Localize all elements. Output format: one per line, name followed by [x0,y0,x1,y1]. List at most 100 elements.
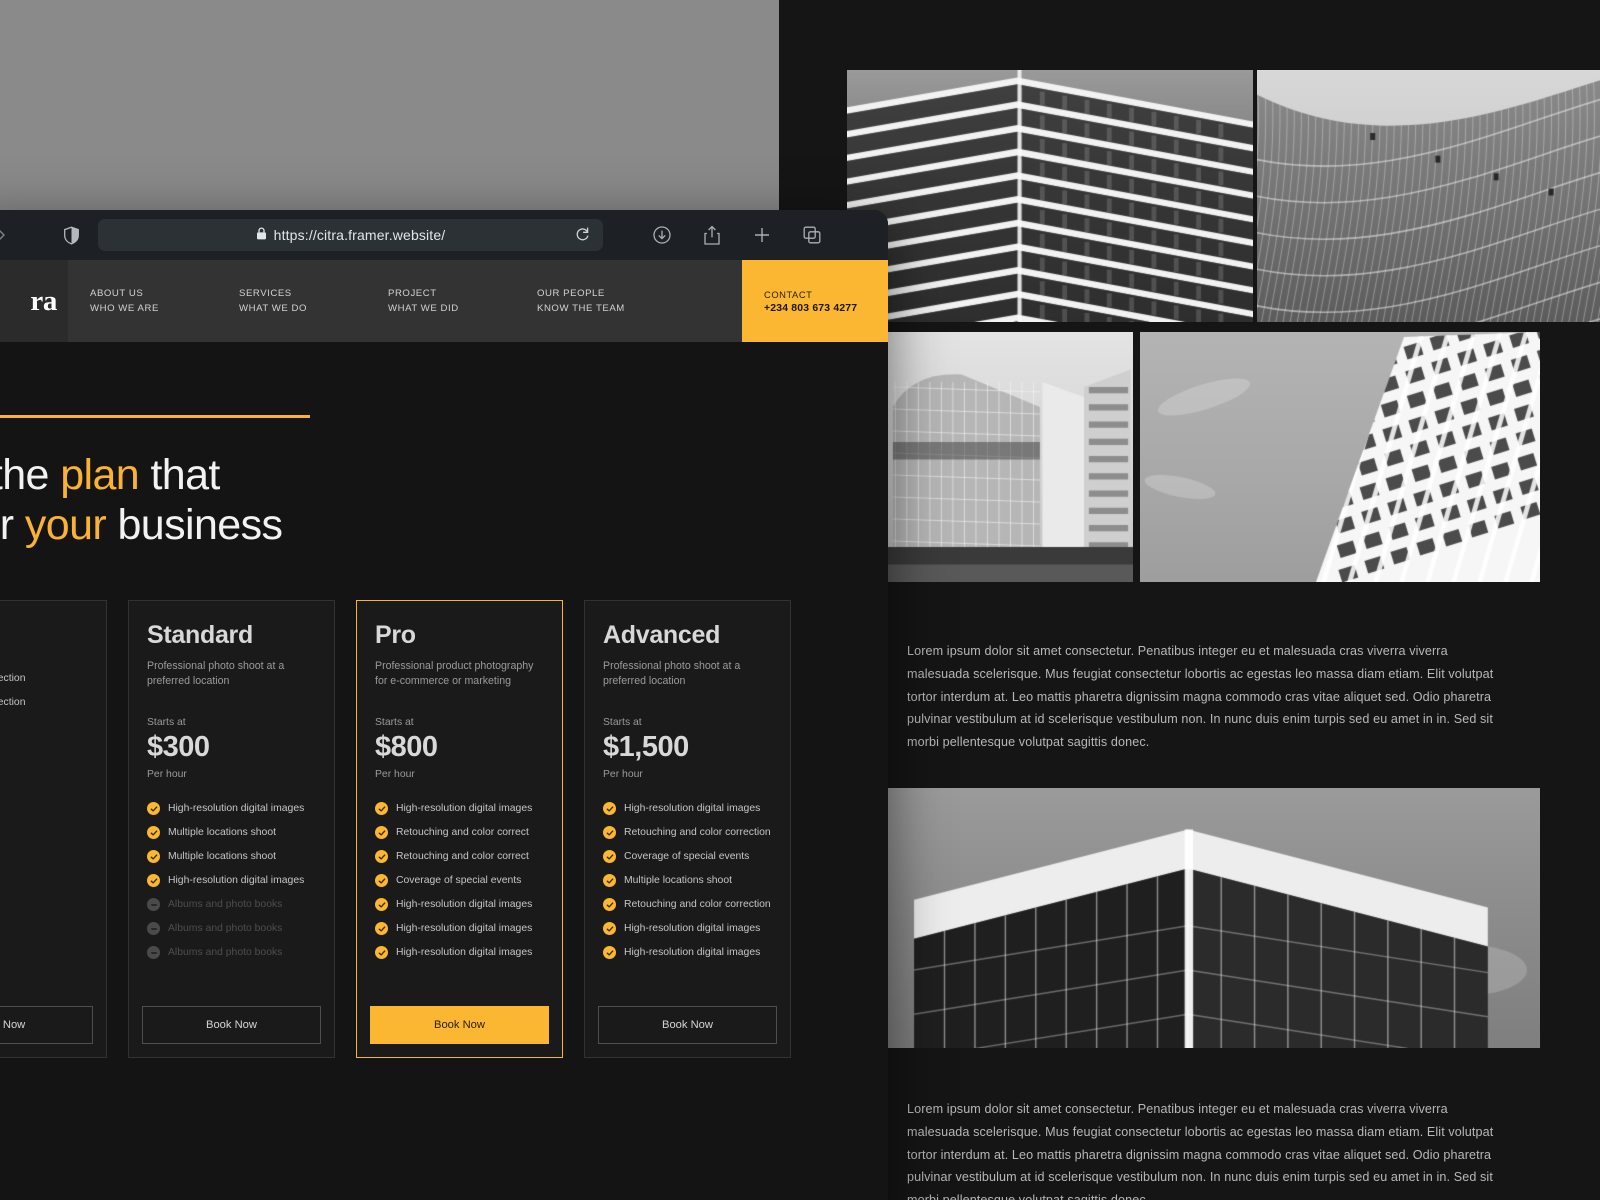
plan-price: $1,500 [603,731,689,763]
book-now-button[interactable]: Book Now [142,1006,321,1044]
plan-price: $300 [147,731,210,763]
plan-name: Pro [375,621,416,649]
feature-label: Retouching and color correct [396,827,529,838]
feature-item: ble [0,816,88,829]
website-viewport: ra ABOUT US WHO WE ARE SERVICES WHAT WE … [0,260,888,1200]
feature-label: High-resolution digital images [396,803,533,814]
feature-item: ble [0,792,88,805]
nav-label-primary: ABOUT US [90,287,144,299]
feature-item: Coverage of special events [375,874,544,887]
address-bar[interactable]: https://citra.framer.website/ [98,219,603,251]
feature-item: High-resolution digital images [603,922,772,935]
photo-rounded-glass [888,332,1133,582]
plan-name: Advanced [603,621,721,649]
feature-label: Retouching and color correction [624,827,771,838]
feature-label: Albums and photo books [168,923,283,934]
plan-description: Professional photo shoot at a preferred … [603,660,741,687]
feature-label: High-resolution digital images [168,875,305,886]
check-circle-icon [603,898,616,911]
plan-price: $800 [375,731,438,763]
feature-item: High-resolution digital images [375,898,544,911]
check-circle-icon [147,874,160,887]
plan-description: Professional photo shoot at a preferred … [147,660,285,687]
background-grey-panel [0,0,779,216]
nav-item-our-people[interactable]: OUR PEOPLE KNOW THE TEAM [515,288,664,315]
pricing-cards: o shoot at a nd color correction nd colo… [0,600,791,1058]
check-circle-icon [603,874,616,887]
nav-item-project[interactable]: PROJECT WHAT WE DID [366,288,515,315]
photo-grid-facade [1140,332,1540,582]
feature-item: nd color correction [0,672,88,685]
site-logo[interactable]: ra [0,260,68,342]
downloads-icon[interactable] [647,220,677,250]
check-circle-icon [603,826,616,839]
photo-curved-glass [1257,70,1600,322]
starts-at-label: Starts at [147,717,186,728]
check-circle-icon [375,826,388,839]
feature-item: nd color correction [0,696,88,709]
feature-label: High-resolution digital images [396,899,533,910]
feature-item: Albums and photo books [147,898,316,911]
nav-item-about-us[interactable]: ABOUT US WHO WE ARE [68,288,217,315]
back-chevron-icon[interactable] [0,220,16,250]
feature-label: Coverage of special events [624,851,750,862]
check-circle-icon [375,874,388,887]
headline-line2-highlight: your [24,501,107,549]
check-circle-icon [603,802,616,815]
shield-privacy-icon[interactable] [56,220,86,250]
minus-circle-icon [147,946,160,959]
gallery-column: Lorem ipsum dolor sit amet consectetur. … [845,0,1600,1200]
share-icon[interactable] [697,220,727,250]
headline-line2-a: ks for [0,501,14,549]
feature-item: High-resolution digital images [375,946,544,959]
nav-label-secondary: WHO WE ARE [90,302,159,314]
check-circle-icon [603,946,616,959]
url-text-wrap: https://citra.framer.website/ [256,227,446,243]
feature-label: nd color correction [0,673,26,684]
tab-overview-icon[interactable] [797,220,827,250]
feature-label: High-resolution digital images [624,947,761,958]
contact-label: CONTACT [764,288,813,300]
feature-item: High-resolution digital images [147,874,316,887]
check-circle-icon [603,922,616,935]
feature-label: High-resolution digital images [168,803,305,814]
feature-label: High-resolution digital images [624,803,761,814]
book-now-button[interactable]: ook Now [0,1006,93,1044]
headline-line1-b: that [139,451,220,499]
minus-circle-icon [147,898,160,911]
feature-label: Retouching and color correct [396,851,529,862]
book-now-button[interactable]: Book Now [598,1006,777,1044]
plan-description: Professional product photography for e-c… [375,660,534,687]
price-unit: Per hour [603,769,643,780]
starts-at-label: Starts at [375,717,414,728]
plus-new-tab-icon[interactable] [747,220,777,250]
reload-icon[interactable] [575,226,590,248]
site-navbar: ra ABOUT US WHO WE ARE SERVICES WHAT WE … [0,260,888,342]
feature-item: High-resolution digital images [375,922,544,935]
feature-item: ble [0,744,88,757]
pricing-card: Standard Professional photo shoot at a p… [128,600,335,1058]
headline-line1-highlight: plan [60,451,140,499]
url-value: https://citra.framer.website/ [273,227,446,243]
feature-list: High-resolution digital images Retouchin… [375,802,544,959]
feature-label: Multiple locations shoot [624,875,733,886]
feature-item: High-resolution digital images [603,802,772,815]
check-circle-icon [147,850,160,863]
pricing-card: o shoot at a nd color correction nd colo… [0,600,107,1058]
feature-item: hoto books [0,720,88,733]
pricing-card: Advanced Professional photo shoot at a p… [584,600,791,1058]
feature-item: Albums and photo books [147,946,316,959]
nav-item-contact[interactable]: CONTACT +234 803 673 4277 [742,260,888,342]
book-now-button[interactable]: Book Now [370,1006,549,1044]
browser-toolbar: https://citra.framer.website/ [0,210,888,260]
nav-label-secondary: WHAT WE DO [239,302,308,314]
logo-text: ra [30,284,57,317]
nav-item-services[interactable]: SERVICES WHAT WE DO [217,288,366,315]
feature-item: ble [0,768,88,781]
gallery-paragraph-2: Lorem ipsum dolor sit amet consectetur. … [907,1102,1494,1200]
feature-label: Albums and photo books [168,947,283,958]
gallery-paragraph-1: Lorem ipsum dolor sit amet consectetur. … [907,644,1494,750]
feature-item: Retouching and color correction [603,826,772,839]
feature-item: Albums and photo books [147,922,316,935]
nav-label-secondary: WHAT WE DID [388,302,459,314]
